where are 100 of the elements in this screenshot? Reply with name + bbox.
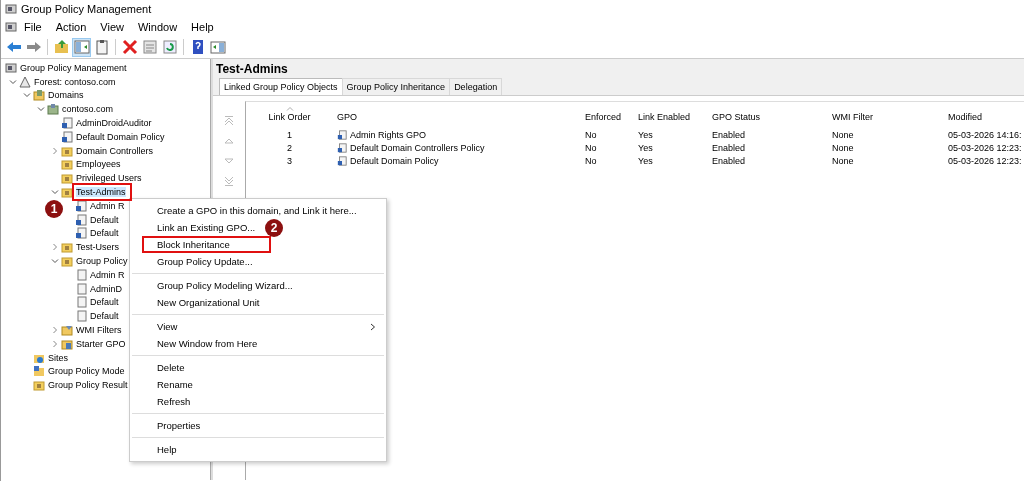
console-icon (5, 61, 17, 74)
tree-item[interactable]: Admin R (90, 269, 125, 280)
filter-folder-icon (61, 324, 73, 337)
table-cell: 3 (287, 155, 292, 166)
highlight-frame (72, 183, 132, 201)
table-cell: No (585, 142, 597, 153)
triangle-icon (19, 75, 31, 88)
collapse-chevron-icon[interactable] (23, 91, 31, 100)
tree-item[interactable]: Group Policy Mode (48, 366, 125, 377)
tree-item[interactable]: contoso.com (62, 104, 114, 115)
menu-item[interactable]: View (144, 320, 386, 333)
expand-chevron-icon[interactable] (51, 326, 59, 335)
tree-item[interactable]: Default (90, 311, 119, 322)
folder-icon (61, 186, 73, 199)
modeling-icon (33, 365, 45, 378)
expand-chevron-icon[interactable] (51, 243, 59, 252)
document-icon (75, 282, 87, 295)
tree-item[interactable]: Group Policy Management (20, 62, 127, 73)
table-cell: Enabled (712, 155, 746, 166)
menu-item[interactable]: Delete (144, 361, 187, 374)
column-header[interactable]: GPO Status (712, 112, 761, 122)
column-header[interactable]: Link Order (268, 112, 311, 122)
menu-item[interactable]: Rename (144, 378, 195, 391)
document-link-icon (75, 199, 87, 212)
tree-item[interactable]: Domain Controllers (76, 145, 154, 156)
document-icon (75, 268, 87, 281)
tab[interactable]: Linked Group Policy Objects (219, 78, 343, 95)
folder-icon (33, 379, 45, 392)
tree-item[interactable]: Group Policy (76, 256, 128, 267)
table-cell: No (585, 129, 597, 140)
tree-item[interactable]: Admin R (90, 200, 125, 211)
properties-icon[interactable] (140, 37, 159, 57)
document-link-icon (337, 155, 347, 166)
collapse-chevron-icon[interactable] (51, 188, 59, 197)
folder-icon (61, 255, 73, 268)
menu-item[interactable]: Help (184, 21, 221, 33)
menu-item[interactable]: New Window from Here (144, 337, 260, 350)
pane-title: Test-Admins (215, 61, 289, 78)
tree-item[interactable]: Group Policy Result (48, 380, 128, 391)
document-link-icon (75, 227, 87, 240)
menu-item[interactable]: Window (130, 21, 185, 33)
tab[interactable]: Delegation (449, 78, 503, 95)
table-cell: None (832, 142, 854, 153)
expand-chevron-icon[interactable] (51, 146, 59, 155)
menu-item[interactable]: Block Inheritance (144, 238, 269, 251)
table-cell: 05-03-2026 12:23: (948, 142, 1022, 153)
tree-item[interactable]: Test-Admins (76, 187, 126, 198)
tree-item[interactable]: Privileged Users (76, 173, 142, 184)
menu-item[interactable]: Group Policy Modeling Wizard... (144, 279, 295, 292)
table-cell: 05-03-2026 14:16: (948, 129, 1022, 140)
document-icon (75, 296, 87, 309)
menu-item[interactable]: View (93, 21, 131, 33)
tree-item[interactable]: Test-Users (76, 242, 119, 253)
collapse-chevron-icon[interactable] (51, 257, 59, 266)
tree-item[interactable]: Default Domain Policy (76, 131, 165, 142)
table-cell: 2 (287, 142, 292, 153)
refresh-icon[interactable] (160, 37, 179, 57)
column-header[interactable]: GPO (337, 112, 357, 122)
document-link-icon (75, 213, 87, 226)
table-cell: Default Domain Policy (350, 155, 439, 166)
table-cell: No (585, 155, 597, 166)
tree-item[interactable]: AdminD (90, 283, 122, 294)
table-cell: Default Domain Controllers Policy (350, 142, 485, 153)
tree-item[interactable]: AdminDroidAuditor (76, 118, 152, 129)
menu-item[interactable]: Action (48, 21, 94, 33)
column-header[interactable]: Link Enabled (638, 112, 691, 122)
tree-item[interactable]: Forest: contoso.com (34, 76, 116, 87)
menu-item[interactable]: Help (144, 443, 179, 456)
menu-item[interactable]: Link an Existing GPO... (144, 221, 258, 234)
tree-item[interactable]: Default (90, 297, 119, 308)
tree-item[interactable]: Default (90, 214, 119, 225)
tree-item[interactable]: Starter GPO (76, 338, 126, 349)
menu-item[interactable]: Refresh (144, 395, 193, 408)
table-cell: Enabled (712, 129, 746, 140)
console-icon[interactable] (5, 21, 17, 33)
menu-item[interactable]: Create a GPO in this domain, and Link it here... (144, 204, 359, 217)
column-header[interactable]: Enforced (585, 112, 622, 122)
menu-item[interactable]: Group Policy Update... (144, 255, 255, 268)
tree-item[interactable]: WMI Filters (76, 325, 122, 336)
menu-item[interactable]: New Organizational Unit (144, 296, 262, 309)
menu-item[interactable]: Properties (144, 419, 203, 432)
folder-icon (61, 241, 73, 254)
folder-icon (61, 144, 73, 157)
expand-chevron-icon[interactable] (51, 339, 59, 348)
tab[interactable]: Group Policy Inheritance (341, 78, 451, 95)
tree-item[interactable]: Employees (76, 159, 121, 170)
table-cell: Enabled (712, 142, 746, 153)
collapse-chevron-icon[interactable] (37, 105, 45, 114)
delete-icon[interactable] (120, 37, 139, 57)
step-badge: 1 (45, 200, 63, 218)
table-cell: Admin Rights GPO (350, 129, 427, 140)
table-cell: 1 (287, 129, 292, 140)
column-header[interactable]: WMI Filter (832, 112, 873, 122)
tree-item[interactable]: Default (90, 228, 119, 239)
tree-item[interactable]: Domains (48, 90, 84, 101)
tree-item[interactable]: Sites (48, 352, 68, 363)
column-header[interactable]: Modified (948, 112, 983, 122)
menu-item[interactable]: File (17, 21, 49, 33)
collapse-chevron-icon[interactable] (9, 77, 17, 86)
folder-icon (61, 337, 73, 350)
